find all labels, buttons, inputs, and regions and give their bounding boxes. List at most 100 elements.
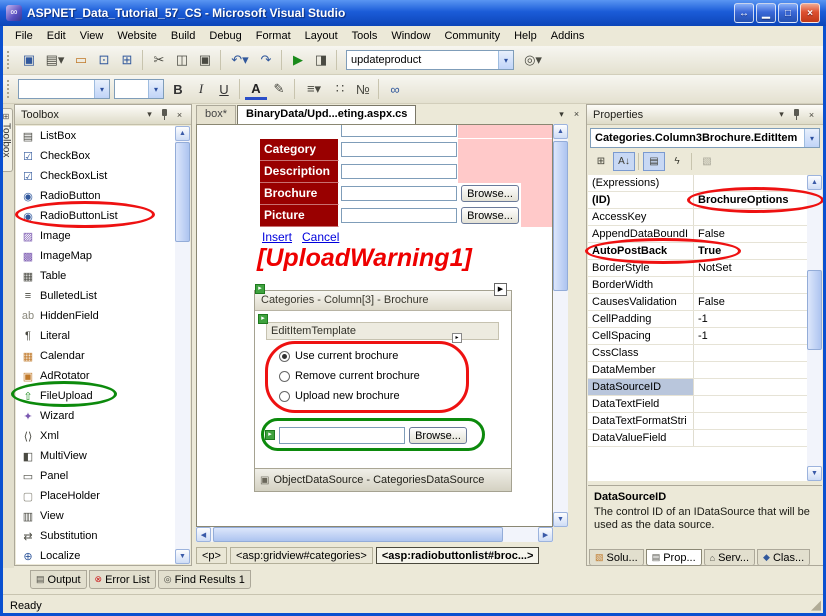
menu-item[interactable]: Community — [437, 27, 507, 45]
tag-navigator-item[interactable]: <asp:gridview#categories> — [230, 547, 373, 564]
scroll-down-icon[interactable]: ▼ — [175, 549, 190, 564]
menu-item[interactable]: Format — [249, 27, 298, 45]
toolbox-item[interactable]: ☑ CheckBox — [16, 146, 175, 166]
object-selector-combobox[interactable]: Categories.Column3Brochure.EditItem ▾ — [590, 128, 820, 148]
menu-item[interactable]: File — [8, 27, 40, 45]
close-button[interactable]: × — [800, 3, 820, 23]
radio-option[interactable]: Remove current brochure — [279, 366, 420, 386]
property-row[interactable]: (Expressions) — [588, 175, 807, 192]
categorized-icon[interactable]: ⊞ — [590, 152, 612, 171]
hyperlink-icon[interactable]: ∞ — [384, 78, 406, 100]
property-row[interactable]: DataValueField — [588, 430, 807, 447]
toolbox-item[interactable]: ▥ View — [16, 506, 175, 526]
category-textbox[interactable] — [341, 142, 457, 157]
tab-close-icon[interactable]: × — [569, 107, 584, 121]
font-size-combobox[interactable]: ▾ — [114, 79, 164, 99]
property-row[interactable]: CausesValidation False — [588, 294, 807, 311]
scroll-right-icon[interactable]: ▶ — [538, 527, 553, 542]
property-row[interactable]: AccessKey — [588, 209, 807, 226]
toolbox-item[interactable]: ✦ Wizard — [16, 406, 175, 426]
tab-class-view[interactable]: ◆ Clas... — [757, 549, 810, 566]
debug-target-combobox[interactable]: updateproduct ▾ — [346, 50, 514, 70]
menu-item[interactable]: Edit — [40, 27, 73, 45]
toolbox-item[interactable]: ab HiddenField — [16, 306, 175, 326]
window-position-icon[interactable]: ▾ — [774, 108, 789, 122]
textbox-control[interactable] — [341, 124, 457, 137]
align-icon[interactable]: ≡▾ — [300, 78, 328, 100]
menu-item[interactable]: View — [73, 27, 111, 45]
insert-link[interactable]: Insert — [262, 230, 292, 244]
editor-tab[interactable]: BinaryData/Upd...eting.aspx.cs — [237, 105, 416, 124]
toolbox-item[interactable]: ▨ Image — [16, 226, 175, 246]
toolbox-item[interactable]: ◉ RadioButton — [16, 186, 175, 206]
pin-icon[interactable] — [157, 108, 172, 122]
scrollbar-thumb[interactable] — [807, 270, 822, 350]
close-icon[interactable]: × — [804, 108, 819, 122]
open-file-icon[interactable]: ▭ — [70, 49, 92, 71]
description-textbox[interactable] — [341, 164, 457, 179]
menu-item[interactable]: Debug — [202, 27, 248, 45]
target-rule-combobox[interactable]: ▾ — [18, 79, 110, 99]
save-all-icon[interactable]: ⊞ — [116, 49, 138, 71]
cut-icon[interactable]: ✂ — [148, 49, 170, 71]
toolbox-item[interactable]: ⇧ FileUpload — [16, 386, 175, 406]
smart-tag-icon[interactable]: ▸ — [258, 314, 268, 324]
properties-scrollbar[interactable]: ▲ ▼ — [807, 175, 822, 481]
toolbox-item[interactable]: ☑ CheckBoxList — [16, 166, 175, 186]
toolbox-item[interactable]: ▭ Panel — [16, 466, 175, 486]
scroll-up-icon[interactable]: ▲ — [807, 175, 822, 190]
tag-navigator-item[interactable]: <asp:radiobuttonlist#broc...> — [376, 547, 540, 564]
property-row[interactable]: CellSpacing -1 — [588, 328, 807, 345]
property-row[interactable]: DataTextField — [588, 396, 807, 413]
scroll-up-icon[interactable]: ▲ — [175, 126, 190, 141]
menu-item[interactable]: Build — [164, 27, 202, 45]
toolbox-item[interactable]: ▦ Table — [16, 266, 175, 286]
smart-tag-icon[interactable]: ▸ — [265, 430, 275, 440]
picture-textbox[interactable] — [341, 208, 457, 223]
menu-item[interactable]: Layout — [298, 27, 345, 45]
minimize-button[interactable]: ▁ — [756, 3, 776, 23]
redo-icon[interactable]: ↷ — [255, 49, 277, 71]
editor-tab[interactable]: box* — [196, 105, 236, 124]
tag-navigator-item[interactable]: <p> — [196, 547, 227, 564]
radio-option[interactable]: Use current brochure — [279, 346, 420, 366]
toolbox-item[interactable]: ⟨⟩ Xml — [16, 426, 175, 446]
menu-item[interactable]: Addins — [544, 27, 592, 45]
smart-tag-open-icon[interactable]: ▶ — [494, 283, 507, 296]
tab-list-chevron-icon[interactable]: ▾ — [554, 107, 569, 121]
combo-dropdown-icon[interactable]: ▾ — [94, 80, 109, 98]
bullet-list-icon[interactable]: ∷ — [329, 78, 351, 100]
brochure-textbox[interactable] — [341, 186, 457, 201]
close-icon[interactable]: × — [172, 108, 187, 122]
properties-view-icon[interactable]: ▤ — [643, 152, 665, 171]
design-horizontal-scrollbar[interactable]: ◀ ▶ — [196, 527, 553, 542]
toolbox-item[interactable]: ¶ Literal — [16, 326, 175, 346]
toolbox-item[interactable]: ⊕ Localize — [16, 546, 175, 564]
toolbox-scrollbar[interactable]: ▲ ▼ — [175, 126, 190, 564]
combo-dropdown-icon[interactable]: ▾ — [148, 80, 163, 98]
tab-find-results-1[interactable]: ◎ Find Results 1 — [158, 570, 251, 589]
property-row[interactable]: (ID) BrochureOptions — [588, 192, 807, 209]
tab-server-explorer[interactable]: ⌂ Serv... — [704, 549, 755, 566]
paste-icon[interactable]: ▣ — [194, 49, 216, 71]
design-surface[interactable]: Category Description Brochure Browse... … — [196, 124, 553, 527]
fileupload-textbox[interactable] — [279, 427, 405, 444]
browse-button[interactable]: Browse... — [409, 427, 467, 444]
events-icon[interactable]: ϟ — [666, 152, 688, 171]
property-row[interactable]: AutoPostBack True — [588, 243, 807, 260]
control-smart-tag-icon[interactable]: ▸ — [452, 333, 462, 343]
property-row[interactable]: DataTextFormatStri — [588, 413, 807, 430]
cancel-link[interactable]: Cancel — [302, 230, 339, 244]
tab-properties[interactable]: ▤ Prop... — [646, 549, 702, 566]
scroll-down-icon[interactable]: ▼ — [807, 466, 822, 481]
tab-solution-explorer[interactable]: ▧ Solu... — [589, 549, 644, 566]
property-row[interactable]: CellPadding -1 — [588, 311, 807, 328]
toolbox-item[interactable]: ▤ ListBox — [16, 126, 175, 146]
font-color-icon[interactable]: A — [245, 78, 267, 100]
combo-dropdown-icon[interactable]: ▾ — [498, 51, 513, 69]
scrollbar-thumb[interactable] — [175, 142, 190, 242]
underline-icon[interactable]: U — [213, 78, 235, 100]
add-item-icon[interactable]: ▤▾ — [41, 49, 69, 71]
maximize-button[interactable]: □ — [778, 3, 798, 23]
toolbar-grip[interactable] — [7, 51, 12, 69]
